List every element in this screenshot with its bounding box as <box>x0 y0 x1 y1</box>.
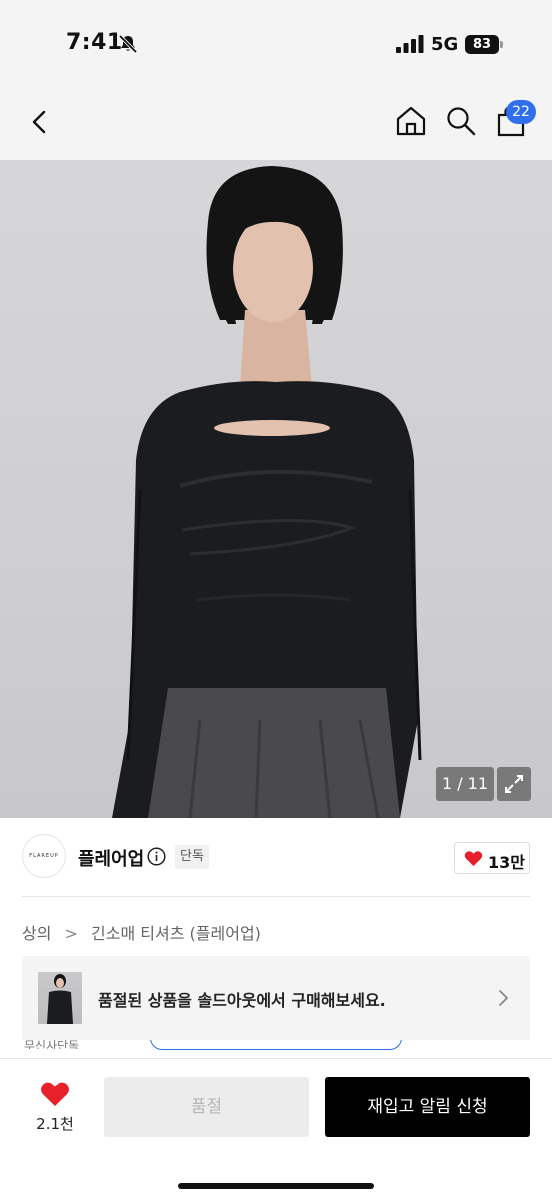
cart-count-badge: 22 <box>506 100 536 124</box>
wishlist-count: 2.1천 <box>36 1115 74 1133</box>
product-photo-illustration <box>112 166 422 818</box>
brand-row: FLAREUP 플레어업 단독 13만 <box>0 818 552 896</box>
info-icon[interactable] <box>147 847 166 866</box>
brand-like-count: 13만 <box>488 853 525 872</box>
banner-thumbnail-illustration <box>47 974 73 1024</box>
brand-logo[interactable]: FLAREUP <box>22 834 66 878</box>
chevron-right-icon <box>499 990 508 1006</box>
network-type: 5G <box>431 34 459 55</box>
search-icon[interactable] <box>444 104 478 138</box>
breadcrumb: 상의 > 긴소매 티셔츠 (플레어업) <box>22 920 261 944</box>
home-indicator[interactable] <box>178 1183 374 1189</box>
breadcrumb-category[interactable]: 상의 <box>22 924 51 943</box>
cellular-signal-icon <box>396 35 424 53</box>
status-bar: 7:41 5G 83 <box>0 0 552 90</box>
brand-like-button[interactable]: 13만 <box>454 842 530 874</box>
banner-thumbnail <box>38 972 82 1024</box>
wishlist-heart-icon[interactable] <box>40 1081 70 1107</box>
brand-name[interactable]: 플레어업 <box>78 845 144 871</box>
bottom-purchase-bar: 2.1천 품절 재입고 알림 신청 <box>0 1058 552 1200</box>
top-nav-bar <box>0 90 552 160</box>
soldout-resale-banner[interactable]: 품절된 상품을 솔드아웃에서 구매해보세요. <box>22 956 530 1040</box>
expand-icon[interactable] <box>497 767 531 801</box>
divider <box>22 896 530 897</box>
home-icon[interactable] <box>394 104 428 138</box>
soldout-button: 품절 <box>104 1077 309 1137</box>
status-time: 7:41 <box>66 30 123 55</box>
battery-icon: 83 <box>465 35 503 54</box>
exclusive-badge: 단독 <box>175 845 209 869</box>
back-arrow-icon[interactable] <box>26 108 54 136</box>
restock-alert-button[interactable]: 재입고 알림 신청 <box>325 1077 530 1137</box>
image-counter: 1 / 11 <box>436 767 494 801</box>
banner-text: 품절된 상품을 솔드아웃에서 구매해보세요. <box>98 991 386 1010</box>
product-image[interactable] <box>0 160 552 818</box>
battery-tip <box>500 41 503 48</box>
breadcrumb-subcategory[interactable]: 긴소매 티셔츠 (플레어업) <box>91 924 261 943</box>
heart-icon <box>464 851 483 867</box>
breadcrumb-separator: > <box>64 924 78 943</box>
bell-off-icon <box>118 34 138 54</box>
battery-level: 83 <box>465 35 499 54</box>
